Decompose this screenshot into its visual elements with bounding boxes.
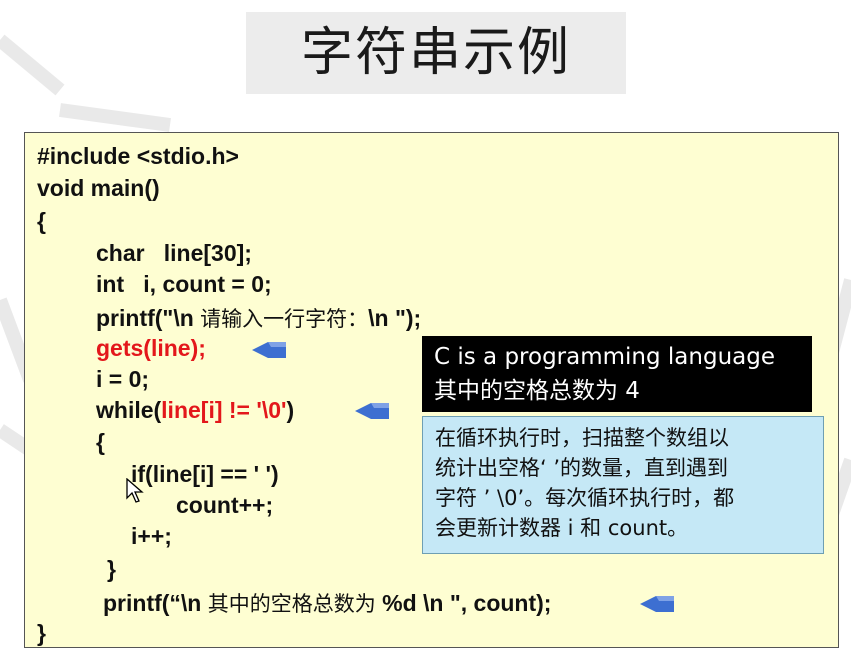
code-line-15: printf(“\n 其中的空格总数为 %d \n ", count); <box>103 588 551 618</box>
code-line-3: { <box>37 208 46 234</box>
note-line-4: 会更新计数器 i 和 count。 <box>435 516 689 540</box>
code-line-7: gets(line); <box>96 335 206 361</box>
code-line-15-part1: printf(“\n <box>103 590 208 616</box>
code-line-1: #include <stdio.h> <box>37 143 239 169</box>
program-output-box: C is a programming language 其中的空格总数为 4 <box>422 336 812 412</box>
mouse-cursor-icon <box>126 478 144 503</box>
arrow-left-icon <box>640 596 674 612</box>
code-line-11: if(line[i] == ' ') <box>131 461 279 487</box>
note-line-3: 字符 ’ \0’。每次循环执行时，都 <box>435 486 735 510</box>
code-line-6-prompt: 请输入一行字符： <box>200 307 369 331</box>
code-line-10: { <box>96 429 105 455</box>
explanation-note: 在循环执行时，扫描整个数组以 统计出空格‘ ’的数量，直到遇到 字符 ’ \0’… <box>422 416 824 554</box>
note-line-2: 统计出空格‘ ’的数量，直到遇到 <box>435 456 729 480</box>
code-line-9-part3: ) <box>286 397 295 423</box>
note-line-1: 在循环执行时，扫描整个数组以 <box>435 426 729 450</box>
code-line-8: i = 0; <box>96 366 150 392</box>
code-line-9-part1: while( <box>96 397 162 423</box>
code-line-5: int i, count = 0; <box>96 271 272 297</box>
code-line-6-part1: printf("\n <box>96 305 201 331</box>
code-line-6-part3: \n "); <box>368 305 422 331</box>
code-line-2: void main() <box>37 175 160 201</box>
output-line-2: 其中的空格总数为 4 <box>434 378 640 404</box>
code-line-4: char line[30]; <box>96 240 252 266</box>
code-line-16: } <box>37 620 46 646</box>
arrow-left-icon <box>252 342 286 358</box>
output-line-1: C is a programming language <box>434 344 776 370</box>
code-line-15-part3: %d \n ", count); <box>375 590 552 616</box>
code-line-9: while(line[i] != '\0') <box>96 397 294 424</box>
code-line-14: } <box>107 556 116 582</box>
arrow-left-icon <box>355 403 389 419</box>
page-title: 字符串示例 <box>300 23 571 83</box>
code-line-9-condition: line[i] != '\0' <box>161 397 287 423</box>
code-line-15-label: 其中的空格总数为 <box>207 592 376 616</box>
code-line-13: i++; <box>131 523 172 549</box>
code-line-12: count++; <box>176 492 274 518</box>
code-line-6: printf("\n 请输入一行字符：\n "); <box>96 303 421 333</box>
